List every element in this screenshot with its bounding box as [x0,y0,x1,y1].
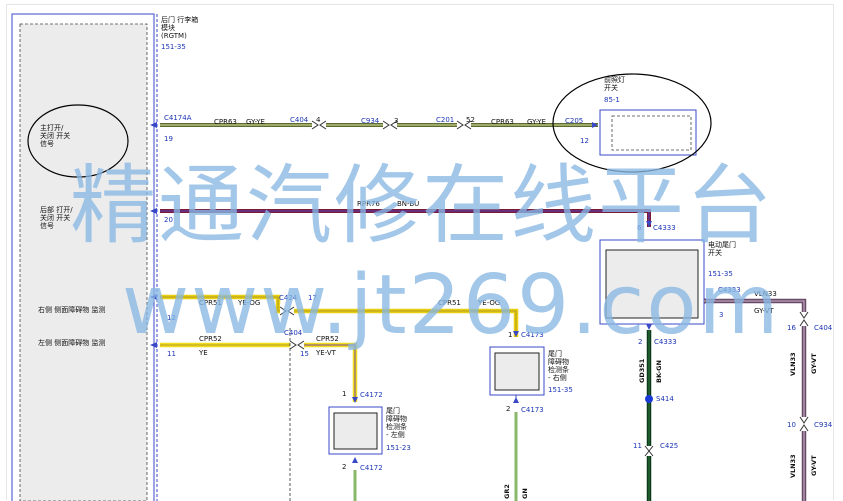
right-sensor-inner [494,352,540,391]
c934-pin: 3 [394,117,399,125]
circuit-vln33-v2: VLN33 [789,454,797,478]
c205-pin: 12 [580,137,589,145]
headlamp-switch-ref: 85-1 [604,96,620,104]
headlamp-switch-inner [611,115,692,151]
color-bk-gn: BK-GN [655,360,663,383]
conn-c404: C404 [290,116,309,124]
c201-pin: 52 [466,116,475,124]
conn-c201: C201 [436,116,455,124]
left-sensor-name: 尾门 障碍物 检测条 - 左侧 [386,407,407,439]
conn-c4173-bottom: C4173 [521,406,544,414]
partial-text-gn: GN [521,488,529,499]
conn-c425: C425 [660,442,679,450]
pin-19: 19 [164,135,173,143]
module-name: 后门 行李箱 模块 (RGTM) [161,16,199,40]
right-sensor-ref: 151-35 [548,386,573,394]
partial-text-gr2: GR2 [503,484,511,499]
conn-c934-right: C934 [814,421,833,429]
splice-s414-label: S414 [656,395,674,403]
conn-c205: C205 [565,117,584,125]
pin-label-right-obstacle: 右侧 侧面障碍物 监测 [38,306,106,314]
conn-c4172-top: C4172 [360,391,383,399]
pin-label-left-obstacle: 左侧 侧面障碍物 监测 [38,339,106,347]
c404-pin-16: 16 [787,324,796,332]
splice-s414 [645,395,653,403]
color-gy-ye: GY-YE [246,118,265,126]
module-ref: 151-35 [161,43,186,51]
conn-c4174a: C4174A [164,114,192,122]
wiring-diagram: 后门 行李箱 模块 (RGTM) 151-35 主打开/ 关闭 开关 信号 后部… [0,0,843,501]
color-gy-vt-v: GY-VT [810,353,818,374]
circuit-cpr63-2: CPR63 [491,118,514,126]
left-sensor-inner [333,412,378,450]
circuit-gd351: GD351 [638,358,646,383]
c404-pin: 4 [316,116,321,124]
right-sensor-name: 尾门 障碍物 检测条 - 右侧 [548,350,569,382]
conn-c404-right: C404 [814,324,833,332]
circuit-vln33-v: VLN33 [789,352,797,376]
pin-label-rear-switch: 后部 打开/ 关闭 开关 信号 [40,206,73,230]
color-gy-vt-v2: GY-VT [810,455,818,476]
conn-c934: C934 [361,117,380,125]
right-sensor-pin-2: 2 [506,405,511,413]
headlamp-switch-name: 前照灯 开关 [604,76,625,92]
circuit-cpr63: CPR63 [214,118,237,126]
c934-pin-10: 10 [787,421,796,429]
watermark-line1: 精通汽修在线平台 [70,156,774,256]
c4172-pin-1: 1 [342,390,347,398]
left-sensor-ref: 151-23 [386,444,411,452]
color-gy-ye-2: GY-YE [527,118,546,126]
left-sensor-pin-2: 2 [342,463,347,471]
watermark-line2: www.jt269.com [122,258,781,353]
c425-pin-11: 11 [633,442,642,450]
pin-label-main-switch: 主打开/ 关闭 开关 信号 [40,124,71,148]
conn-c4172-bottom: C4172 [360,464,383,472]
